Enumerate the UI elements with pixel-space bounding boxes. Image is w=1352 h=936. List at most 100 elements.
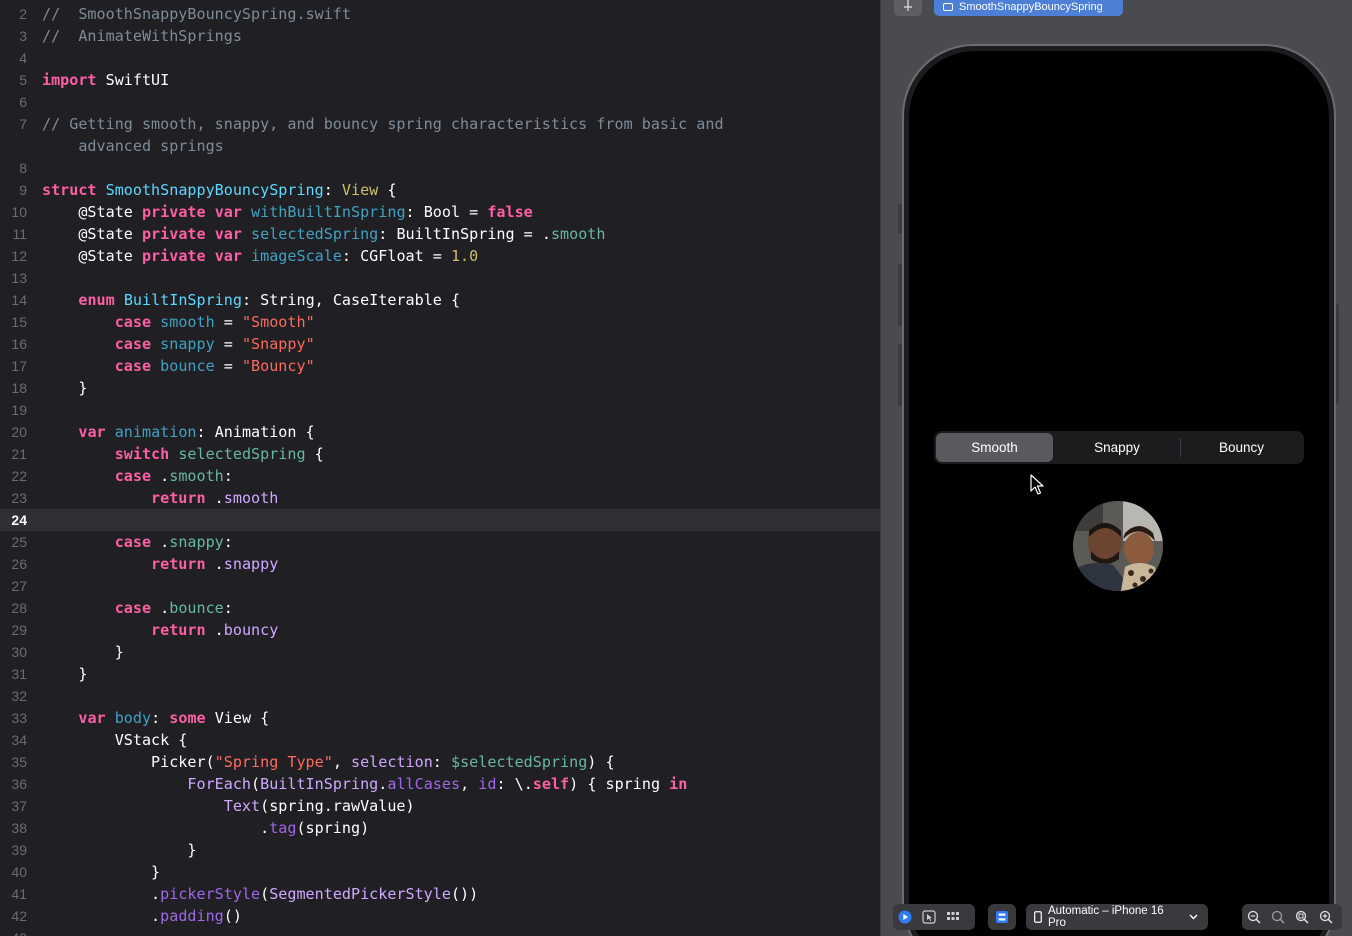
code-line[interactable]: 20 var animation: Animation {	[0, 421, 880, 443]
code-token: =	[214, 335, 242, 353]
code-token: case	[114, 467, 152, 485]
code-line[interactable]: 4	[0, 47, 880, 69]
code-line[interactable]: 24	[0, 509, 880, 531]
line-number: 12	[11, 248, 27, 264]
code-text: VStack {	[42, 729, 188, 751]
segment-snappy[interactable]: Snappy	[1055, 431, 1179, 464]
code-line[interactable]: 12 @State private var imageScale: CGFloa…	[0, 245, 880, 267]
code-line[interactable]: 42 .padding()	[0, 905, 880, 927]
segment-bouncy[interactable]: Bouncy	[1181, 431, 1302, 464]
code-line[interactable]: 30 }	[0, 641, 880, 663]
code-line[interactable]: 19	[0, 399, 880, 421]
code-line[interactable]: 18 }	[0, 377, 880, 399]
code-line[interactable]: 27	[0, 575, 880, 597]
code-text: .pickerStyle(SegmentedPickerStyle())	[42, 883, 478, 905]
preview-tab[interactable]: SmoothSnappyBouncySpring	[934, 0, 1123, 16]
code-line[interactable]: 41 .pickerStyle(SegmentedPickerStyle())	[0, 883, 880, 905]
code-line[interactable]: 17 case bounce = "Bouncy"	[0, 355, 880, 377]
code-line[interactable]: 16 case snappy = "Snappy"	[0, 333, 880, 355]
variants-button[interactable]	[941, 904, 965, 930]
code-token: selection	[351, 753, 433, 771]
code-text: // AnimateWithSprings	[42, 25, 242, 47]
code-token: VStack {	[42, 731, 188, 749]
code-line[interactable]: 38 .tag(spring)	[0, 817, 880, 839]
code-token: {	[305, 445, 324, 463]
code-line[interactable]: 35 Picker("Spring Type", selection: $sel…	[0, 751, 880, 773]
device-settings-button[interactable]	[988, 904, 1016, 930]
code-line[interactable]: 26 return .snappy	[0, 553, 880, 575]
zoom-to-fit-button[interactable]	[1290, 904, 1314, 930]
device-settings-icon	[996, 911, 1008, 923]
device-selector[interactable]: Automatic – iPhone 16 Pro	[1026, 904, 1208, 930]
code-text: return .snappy	[42, 553, 278, 575]
code-text: // SmoothSnappyBouncySpring.swift	[42, 3, 351, 25]
code-line[interactable]: 14 enum BuiltInSpring: String, CaseItera…	[0, 289, 880, 311]
code-token: : BuiltInSpring = .	[378, 225, 551, 243]
code-line[interactable]: 37 Text(spring.rawValue)	[0, 795, 880, 817]
code-line[interactable]: 40 }	[0, 861, 880, 883]
code-line[interactable]: 23 return .smooth	[0, 487, 880, 509]
code-line[interactable]: 22 case .smooth:	[0, 465, 880, 487]
line-number: 17	[11, 358, 27, 374]
line-number: 11	[12, 226, 27, 242]
code-line[interactable]: 32	[0, 685, 880, 707]
code-line[interactable]: 29 return .bouncy	[0, 619, 880, 641]
code-line[interactable]: 31 }	[0, 663, 880, 685]
line-number: 41	[11, 886, 27, 902]
code-line[interactable]: 11 @State private var selectedSpring: Bu…	[0, 223, 880, 245]
code-line[interactable]: 34 VStack {	[0, 729, 880, 751]
zoom-out-icon	[1247, 910, 1261, 924]
code-line[interactable]: 10 @State private var withBuiltInSpring:…	[0, 201, 880, 223]
line-number: 19	[11, 402, 27, 418]
zoom-in-button[interactable]	[1314, 904, 1338, 930]
line-number: 28	[11, 600, 27, 616]
zoom-out-button[interactable]	[1242, 904, 1266, 930]
code-line[interactable]: 39 }	[0, 839, 880, 861]
code-line[interactable]: 28 case .bounce:	[0, 597, 880, 619]
code-line[interactable]: 21 switch selectedSpring {	[0, 443, 880, 465]
preview-canvas[interactable]: SmoothSnappyBouncySpring Smooth Snappy B…	[881, 0, 1352, 936]
code-line[interactable]: 13	[0, 267, 880, 289]
code-token: ())	[450, 885, 479, 903]
code-line[interactable]: 8	[0, 157, 880, 179]
code-line[interactable]: 43	[0, 927, 880, 936]
code-line[interactable]: 15 case smooth = "Smooth"	[0, 311, 880, 333]
code-token: // Getting smooth, snappy, and bouncy sp…	[42, 115, 724, 133]
code-text: @State private var selectedSpring: Built…	[42, 223, 605, 245]
segment-smooth[interactable]: Smooth	[936, 433, 1053, 462]
code-line[interactable]: 33 var body: some View {	[0, 707, 880, 729]
code-line[interactable]: 3 // AnimateWithSprings	[0, 25, 880, 47]
pin-button[interactable]	[894, 0, 922, 16]
code-token: snappy	[160, 335, 215, 353]
line-number: 3	[19, 28, 27, 44]
code-line[interactable]: 7 // Getting smooth, snappy, and bouncy s…	[0, 113, 880, 135]
code-line[interactable]: 9 struct SmoothSnappyBouncySpring: View {	[0, 179, 880, 201]
code-line[interactable]: 2 // SmoothSnappyBouncySpring.swift	[0, 3, 880, 25]
code-token: bounce	[169, 599, 224, 617]
code-token: 1.0	[450, 247, 479, 265]
code-text: case .bounce:	[42, 597, 233, 619]
code-token: }	[42, 379, 88, 397]
code-line[interactable]: 25 case .snappy:	[0, 531, 880, 553]
line-number: 31	[11, 666, 27, 682]
code-line[interactable]: 5 import SwiftUI	[0, 69, 880, 91]
code-line[interactable]: advanced springs	[0, 135, 880, 157]
code-token: :	[223, 533, 233, 551]
live-mode-button[interactable]	[893, 904, 917, 930]
code-token: selectedSpring	[178, 445, 306, 463]
code-token: smooth	[223, 489, 279, 507]
zoom-actual-size-button[interactable]	[1266, 904, 1290, 930]
spring-type-picker[interactable]: Smooth Snappy Bouncy	[934, 431, 1304, 464]
code-editor[interactable]: 2 // SmoothSnappyBouncySpring.swift 3 // An…	[0, 0, 880, 936]
code-token: case	[114, 357, 152, 375]
code-line[interactable]: 36 ForEach(BuiltInSpring.allCases, id: \…	[0, 773, 880, 795]
code-token: return	[151, 555, 206, 573]
code-token: ,	[460, 775, 479, 793]
selectable-mode-button[interactable]	[917, 904, 941, 930]
device-screen[interactable]	[909, 51, 1329, 936]
code-line[interactable]: 6	[0, 91, 880, 113]
